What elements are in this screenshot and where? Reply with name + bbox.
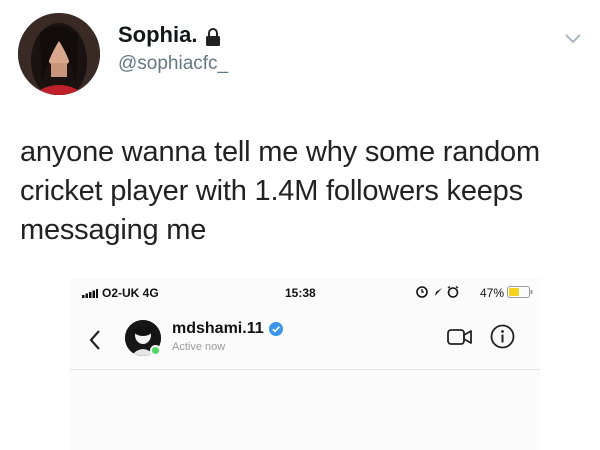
info-icon[interactable] xyxy=(490,324,515,349)
status-icons xyxy=(415,285,475,299)
lock-icon xyxy=(205,26,221,46)
signal-icon xyxy=(82,287,98,298)
location-icon xyxy=(435,288,442,296)
dm-username[interactable]: mdshami.11 xyxy=(172,320,283,338)
alarm-icon xyxy=(447,285,459,298)
active-status-dot xyxy=(150,345,161,356)
clock: 15:38 xyxy=(285,286,316,300)
display-name-text: Sophia. xyxy=(118,22,198,47)
tweet-header: Sophia. @sophiacfc_ xyxy=(12,10,590,100)
phone-status-bar: O2-UK 4G 15:38 47% xyxy=(70,278,540,306)
battery-icon xyxy=(507,286,533,298)
video-call-icon[interactable] xyxy=(447,327,473,347)
back-arrow-icon[interactable] xyxy=(88,329,102,351)
tweet-text: anyone wanna tell me why some random cri… xyxy=(20,136,540,246)
handle[interactable]: @sophiacfc_ xyxy=(118,53,228,75)
avatar[interactable] xyxy=(18,13,100,95)
alarm-icon xyxy=(416,286,428,298)
screenshot-embed: O2-UK 4G 15:38 47% mdshami.11 Active now xyxy=(70,278,540,450)
dm-header: mdshami.11 Active now xyxy=(70,314,540,370)
verified-icon xyxy=(268,322,283,336)
carrier-label: O2-UK 4G xyxy=(102,286,159,300)
dm-active-status: Active now xyxy=(172,341,226,353)
battery-percent: 47% xyxy=(480,286,505,300)
chevron-down-icon[interactable] xyxy=(564,32,582,44)
dm-username-text: mdshami.11 xyxy=(172,320,264,337)
display-name[interactable]: Sophia. xyxy=(118,22,221,48)
